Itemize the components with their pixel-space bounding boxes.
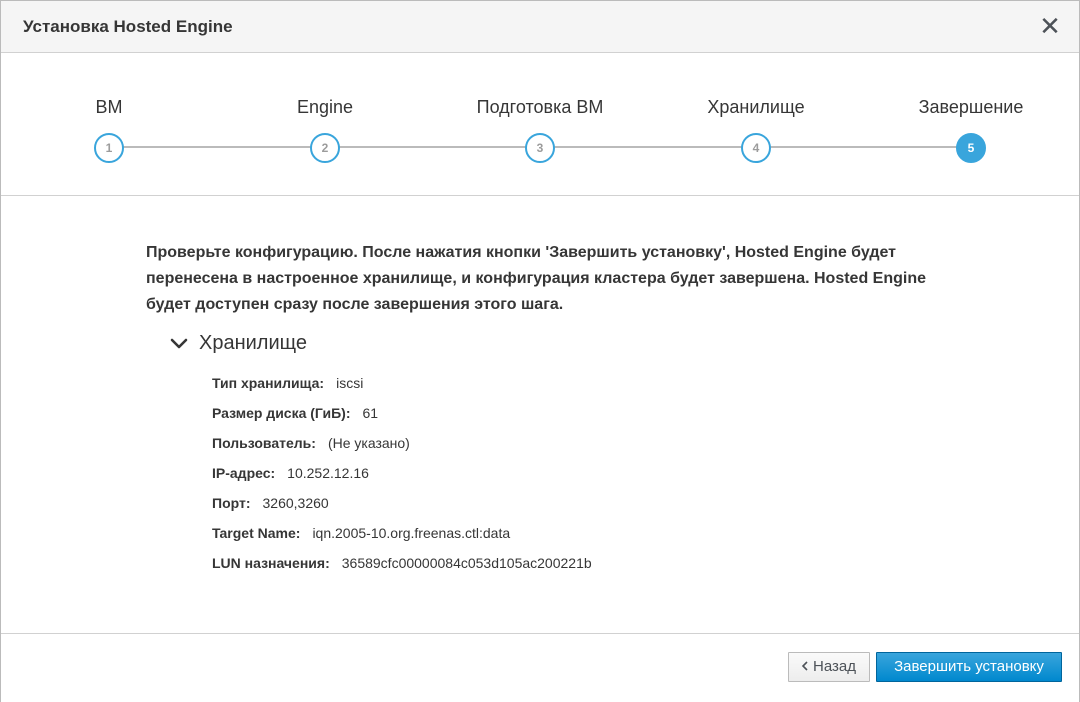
chevron-left-icon	[801, 661, 808, 671]
property-key: IP-адрес:	[212, 465, 276, 481]
hosted-engine-wizard-dialog: Установка Hosted Engine ✕ ВМ Engine Подг…	[0, 0, 1080, 702]
property-key: LUN назначения:	[212, 555, 330, 571]
property-row: Тип хранилища: iscsi	[212, 373, 592, 403]
step-circle-4[interactable]: 4	[741, 133, 771, 163]
finish-deployment-button[interactable]: Завершить установку	[876, 652, 1062, 682]
property-key: Target Name:	[212, 525, 301, 541]
property-value: 10.252.12.16	[287, 465, 369, 481]
dialog-header: Установка Hosted Engine ✕	[1, 1, 1079, 53]
back-button-label: Назад	[813, 658, 856, 675]
storage-section-toggle[interactable]: Хранилище	[169, 332, 307, 355]
property-value: 61	[362, 405, 379, 421]
step-circle-3[interactable]: 3	[525, 133, 555, 163]
dialog-footer: Назад Завершить установку	[1, 633, 1079, 702]
property-value: iscsi	[336, 375, 364, 391]
step-label-vm: ВМ	[95, 97, 123, 117]
property-row: Порт: 3260,3260	[212, 493, 592, 523]
storage-properties: Тип хранилища: iscsi Размер диска (ГиБ): 6…	[212, 373, 592, 583]
chevron-down-icon	[170, 338, 188, 348]
property-key: Тип хранилища:	[212, 375, 325, 391]
wizard-body: Проверьте конфигурацию. После нажатия кн…	[1, 196, 1079, 633]
property-row: Target Name: iqn.2005-10.org.freenas.ctl:…	[212, 523, 592, 553]
property-value: iqn.2005-10.org.freenas.ctl:data	[312, 525, 511, 541]
property-value: 36589cfc00000084c053d105ac200221b	[341, 555, 592, 571]
close-icon[interactable]: ✕	[1039, 13, 1061, 39]
dialog-title: Установка Hosted Engine	[23, 17, 233, 36]
property-value: 3260,3260	[262, 495, 329, 511]
property-row: LUN назначения: 36589cfc00000084c053d105a…	[212, 553, 592, 583]
step-label-vm-prep: Подготовка ВМ	[476, 97, 604, 117]
step-circle-2[interactable]: 2	[310, 133, 340, 163]
step-label-finish: Завершение	[918, 97, 1024, 117]
property-row: Пользователь: (Не указано)	[212, 433, 592, 463]
section-title: Хранилище	[199, 332, 307, 354]
step-label-engine: Engine	[296, 97, 354, 117]
review-intro-text: Проверьте конфигурацию. После нажатия кн…	[146, 244, 926, 313]
back-button[interactable]: Назад	[788, 652, 870, 682]
wizard-steps: ВМ Engine Подготовка ВМ Хранилище Заверш…	[1, 53, 1079, 196]
property-key: Размер диска (ГиБ):	[212, 405, 351, 421]
step-circle-5-active: 5	[956, 133, 986, 163]
property-row: IP-адрес: 10.252.12.16	[212, 463, 592, 493]
property-value: (Не указано)	[327, 435, 410, 451]
property-key: Порт:	[212, 495, 251, 511]
property-key: Пользователь:	[212, 435, 316, 451]
step-label-storage: Хранилище	[707, 97, 805, 117]
step-circle-1[interactable]: 1	[94, 133, 124, 163]
property-row: Размер диска (ГиБ): 61	[212, 403, 592, 433]
